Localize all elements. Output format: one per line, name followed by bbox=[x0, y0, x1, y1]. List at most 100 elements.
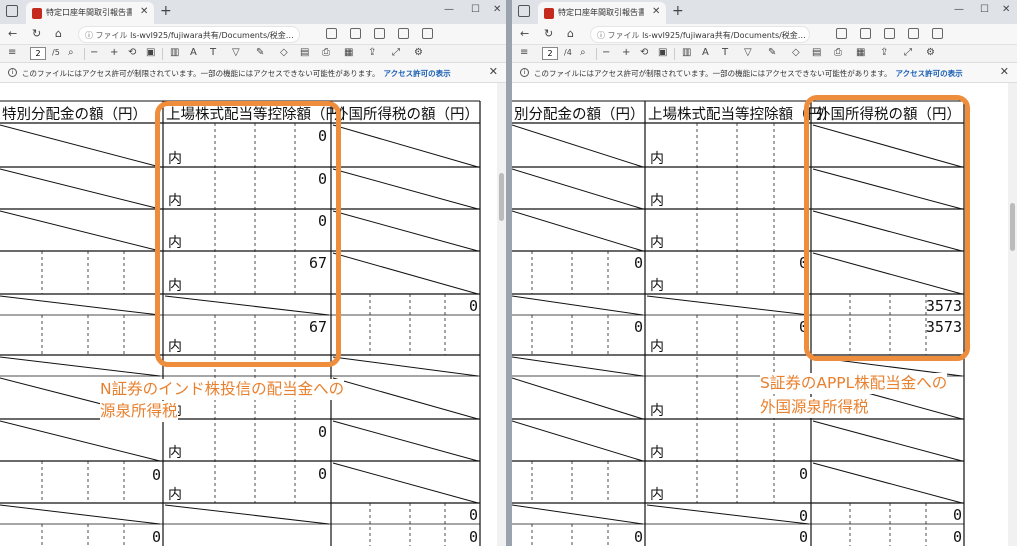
extension-icon[interactable] bbox=[326, 28, 337, 39]
highlight-box bbox=[804, 95, 970, 361]
uchi-label: 内 bbox=[650, 193, 664, 209]
scrollbar[interactable] bbox=[1008, 83, 1017, 546]
annotation-line-2: 源泉所得税 bbox=[100, 401, 178, 422]
tab-actions-icon[interactable] bbox=[6, 5, 18, 17]
save-icon[interactable]: ▤ bbox=[300, 47, 309, 58]
uchi-label: 内 bbox=[168, 445, 182, 461]
tab-report[interactable]: 特定口座年間取引報告書 ✕ bbox=[26, 2, 154, 24]
maximize-icon[interactable]: ☐ bbox=[980, 4, 989, 15]
zoom-out-icon[interactable]: − bbox=[90, 47, 98, 58]
page-number-input[interactable]: 2 bbox=[30, 47, 46, 60]
permission-message: このファイルにはアクセス許可が制限されています。一部の機能にはアクセスできない可… bbox=[534, 69, 963, 78]
refresh-icon[interactable]: ↻ bbox=[32, 27, 41, 40]
pdf-page: 特別分配金の額（円） 上場株式配当等控除額（円） 外国所得税の額（円） 0 0 … bbox=[0, 83, 497, 546]
close-tab-icon[interactable]: ✕ bbox=[652, 6, 660, 17]
text-icon[interactable]: T bbox=[722, 47, 728, 58]
eraser-icon[interactable]: ◇ bbox=[792, 47, 800, 58]
uchi-label: 内 bbox=[168, 487, 182, 503]
close-window-icon[interactable]: ✕ bbox=[1002, 4, 1010, 15]
settings-more-icon[interactable] bbox=[398, 28, 409, 39]
foreign-tax-value: 0 bbox=[953, 528, 962, 546]
browser-window-right: 特定口座年間取引報告書 ✕ + — ☐ ✕ ← ↻ ⌂ ⓘ ファイル ls-wv… bbox=[512, 0, 1017, 546]
settings-more-icon[interactable] bbox=[908, 28, 919, 39]
extension-icon[interactable] bbox=[836, 28, 847, 39]
pdf-settings-icon[interactable]: ⚙ bbox=[926, 47, 935, 58]
zoom-out-icon[interactable]: − bbox=[602, 47, 610, 58]
scrollbar[interactable] bbox=[497, 83, 506, 546]
highlight-icon[interactable]: ▽ bbox=[744, 47, 752, 58]
deduction-value: 0 bbox=[318, 423, 327, 441]
uchi-label: 内 bbox=[650, 339, 664, 355]
pdf-settings-icon[interactable]: ⚙ bbox=[414, 47, 423, 58]
permission-link[interactable]: アクセス許可の表示 bbox=[896, 69, 963, 78]
tab-report[interactable]: 特定口座年間取引報告書 ✕ bbox=[538, 2, 666, 24]
page-view-icon[interactable]: ▥ bbox=[170, 47, 179, 58]
search-icon[interactable]: ⌕ bbox=[68, 47, 74, 58]
deduction-value: 0 bbox=[799, 465, 808, 483]
read-aloud-icon[interactable]: A bbox=[702, 47, 709, 58]
save-as-icon[interactable]: ▦ bbox=[856, 47, 865, 58]
tab-title: 特定口座年間取引報告書 bbox=[46, 8, 132, 17]
page-number-input[interactable]: 2 bbox=[542, 47, 558, 60]
draw-icon[interactable]: ✎ bbox=[768, 47, 776, 58]
fit-page-icon[interactable]: ▣ bbox=[146, 47, 155, 58]
url-field[interactable]: ⓘ ファイル ls-wvl925/fujiwara共有/Documents/税金… bbox=[590, 26, 810, 43]
pdf-page: 別分配金の額（円） 上場株式配当等控除額（円） 外国所得税の額（円） 内 内 内… bbox=[512, 83, 1009, 546]
new-tab-icon[interactable]: + bbox=[160, 3, 172, 19]
eraser-icon[interactable]: ◇ bbox=[280, 47, 288, 58]
home-icon[interactable]: ⌂ bbox=[567, 27, 574, 40]
share-icon[interactable]: ⇪ bbox=[368, 47, 376, 58]
profile-icon[interactable] bbox=[932, 28, 943, 39]
print-icon[interactable]: ⎙ bbox=[322, 47, 330, 58]
save-as-icon[interactable]: ▦ bbox=[344, 47, 353, 58]
pdf-icon bbox=[544, 8, 554, 19]
deduction-value: 0 bbox=[799, 528, 808, 546]
fullscreen-icon[interactable]: ⤢ bbox=[392, 47, 400, 58]
minimize-icon[interactable]: — bbox=[954, 4, 964, 15]
collections-icon[interactable] bbox=[884, 28, 895, 39]
zoom-in-icon[interactable]: + bbox=[110, 47, 118, 58]
close-message-icon[interactable]: ✕ bbox=[489, 65, 498, 78]
home-icon[interactable]: ⌂ bbox=[55, 27, 62, 40]
collections-icon[interactable] bbox=[374, 28, 385, 39]
back-icon[interactable]: ← bbox=[520, 27, 529, 40]
scrollbar-thumb[interactable] bbox=[499, 173, 504, 221]
fit-page-icon[interactable]: ▣ bbox=[658, 47, 667, 58]
save-icon[interactable]: ▤ bbox=[812, 47, 821, 58]
rotate-icon[interactable]: ⟲ bbox=[128, 47, 136, 58]
permission-link[interactable]: アクセス許可の表示 bbox=[384, 69, 451, 78]
tab-actions-icon[interactable] bbox=[518, 5, 530, 17]
draw-icon[interactable]: ✎ bbox=[256, 47, 264, 58]
back-icon[interactable]: ← bbox=[8, 27, 17, 40]
foreign-tax-value: 0 bbox=[469, 297, 478, 315]
rotate-icon[interactable]: ⟲ bbox=[640, 47, 648, 58]
share-icon[interactable]: ⇪ bbox=[880, 47, 888, 58]
read-aloud-icon[interactable]: A bbox=[190, 47, 197, 58]
contents-icon[interactable]: ≡ bbox=[8, 47, 16, 58]
fullscreen-icon[interactable]: ⤢ bbox=[904, 47, 912, 58]
highlight-icon[interactable]: ▽ bbox=[232, 47, 240, 58]
zoom-in-icon[interactable]: + bbox=[622, 47, 630, 58]
scrollbar-thumb[interactable] bbox=[1010, 203, 1015, 251]
tab-bar: 特定口座年間取引報告書 ✕ + — ☐ ✕ bbox=[0, 0, 506, 24]
text-icon[interactable]: T bbox=[210, 47, 216, 58]
close-message-icon[interactable]: ✕ bbox=[1000, 65, 1009, 78]
search-icon[interactable]: ⌕ bbox=[580, 47, 586, 58]
page-view-icon[interactable]: ▥ bbox=[682, 47, 691, 58]
profile-icon[interactable] bbox=[422, 28, 433, 39]
url-field[interactable]: ⓘ ファイル ls-wvl925/fujiwara共有/Documents/税金… bbox=[78, 26, 300, 43]
url-text: ls-wvl925/fujiwara共有/Documents/税金… bbox=[130, 31, 294, 40]
close-window-icon[interactable]: ✕ bbox=[493, 4, 501, 15]
contents-icon[interactable]: ≡ bbox=[520, 47, 528, 58]
favorites-icon[interactable] bbox=[860, 28, 871, 39]
refresh-icon[interactable]: ↻ bbox=[544, 27, 553, 40]
new-tab-icon[interactable]: + bbox=[672, 3, 684, 19]
maximize-icon[interactable]: ☐ bbox=[471, 4, 480, 15]
print-icon[interactable]: ⎙ bbox=[834, 47, 842, 58]
uchi-label: 内 bbox=[650, 445, 664, 461]
minimize-icon[interactable]: — bbox=[444, 4, 454, 15]
annotation-line-1: S証券のAPPL株配当金への bbox=[760, 373, 948, 394]
browser-window-left: 特定口座年間取引報告書 ✕ + — ☐ ✕ ← ↻ ⌂ ⓘ ファイル ls-wv… bbox=[0, 0, 506, 546]
favorites-icon[interactable] bbox=[350, 28, 361, 39]
close-tab-icon[interactable]: ✕ bbox=[140, 6, 148, 17]
